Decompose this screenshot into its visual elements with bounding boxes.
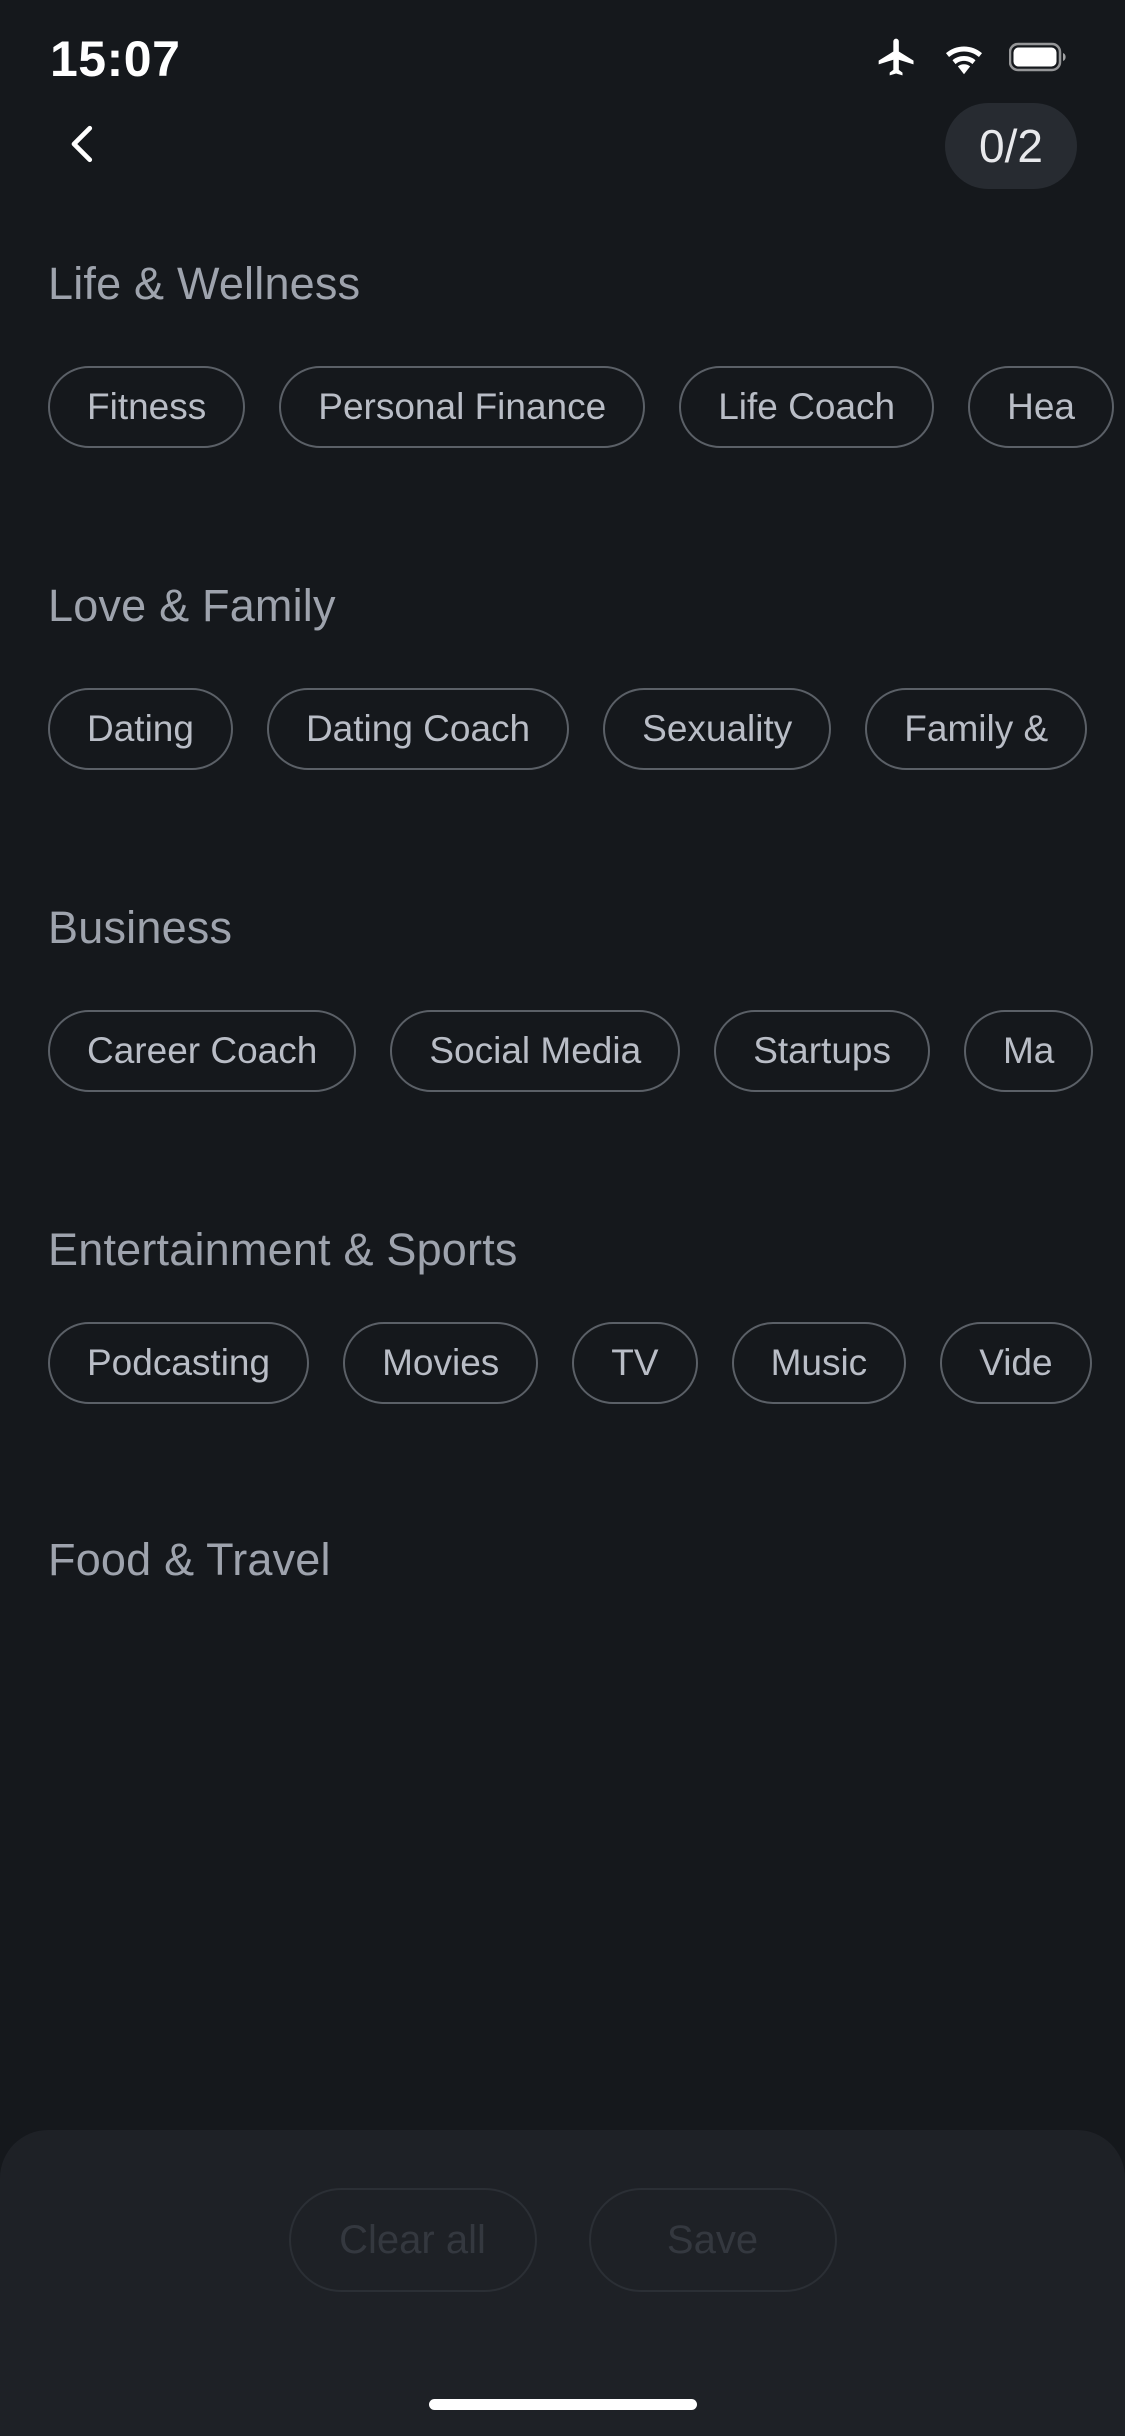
sheet-actions: Clear all Save (0, 2188, 1125, 2292)
wifi-icon (941, 34, 987, 85)
chip-health[interactable]: Hea (968, 366, 1114, 448)
app-screen: 15:07 0/2 Life & Wellness Fitness Person… (0, 0, 1125, 2436)
selection-counter-badge: 0/2 (945, 103, 1077, 189)
chips-row-life-wellness[interactable]: Fitness Personal Finance Life Coach Hea (0, 366, 1125, 448)
status-icons (875, 16, 1069, 85)
clear-all-button[interactable]: Clear all (288, 2188, 537, 2292)
chip-startups[interactable]: Startups (714, 1010, 930, 1092)
chip-fitness[interactable]: Fitness (48, 366, 246, 448)
chip-personal-finance[interactable]: Personal Finance (279, 366, 646, 448)
chip-tv[interactable]: TV (572, 1322, 698, 1404)
chip-video[interactable]: Vide (940, 1322, 1092, 1404)
category-list[interactable]: Life & Wellness Fitness Personal Finance… (0, 192, 1125, 2436)
chevron-left-icon (56, 117, 110, 176)
chip-family[interactable]: Family & (865, 688, 1088, 770)
section-business: Business Career Coach Social Media Start… (0, 902, 1125, 1092)
section-entertainment-sports: Entertainment & Sports Podcasting Movies… (0, 1224, 1125, 1404)
save-button[interactable]: Save (588, 2188, 837, 2292)
section-title: Life & Wellness (48, 258, 361, 309)
chip-movies[interactable]: Movies (343, 1322, 539, 1404)
chip-career-coach[interactable]: Career Coach (48, 1010, 357, 1092)
section-title: Business (48, 902, 233, 953)
status-bar: 15:07 (0, 0, 1125, 100)
chip-music[interactable]: Music (731, 1322, 907, 1404)
chip-dating[interactable]: Dating (48, 688, 233, 770)
chip-life-coach[interactable]: Life Coach (679, 366, 935, 448)
section-title: Entertainment & Sports (48, 1224, 518, 1275)
home-indicator (428, 2399, 697, 2410)
chip-marketing[interactable]: Ma (963, 1010, 1094, 1092)
section-food-travel: Food & Travel (0, 1534, 1125, 1586)
section-love-family: Love & Family Dating Dating Coach Sexual… (0, 580, 1125, 770)
chips-row-business[interactable]: Career Coach Social Media Startups Ma (0, 1010, 1125, 1092)
selection-counter-text: 0/2 (979, 120, 1043, 172)
airplane-mode-icon (875, 35, 919, 84)
nav-bar: 0/2 (0, 100, 1125, 192)
bottom-action-sheet: Clear all Save (0, 2130, 1125, 2436)
section-title: Food & Travel (48, 1534, 331, 1585)
section-life-wellness: Life & Wellness Fitness Personal Finance… (0, 258, 1125, 448)
section-title: Love & Family (48, 580, 336, 631)
back-button[interactable] (56, 113, 116, 179)
chip-sexuality[interactable]: Sexuality (603, 688, 832, 770)
battery-icon (1008, 42, 1069, 77)
chip-dating-coach[interactable]: Dating Coach (266, 688, 570, 770)
sheet-panel: Clear all Save (0, 2130, 1125, 2436)
status-time: 15:07 (50, 31, 181, 87)
chips-row-entertainment-sports[interactable]: Podcasting Movies TV Music Vide (0, 1322, 1125, 1404)
chips-row-love-family[interactable]: Dating Dating Coach Sexuality Family & (0, 688, 1125, 770)
chip-podcasting[interactable]: Podcasting (48, 1322, 310, 1404)
chip-social-media[interactable]: Social Media (390, 1010, 681, 1092)
